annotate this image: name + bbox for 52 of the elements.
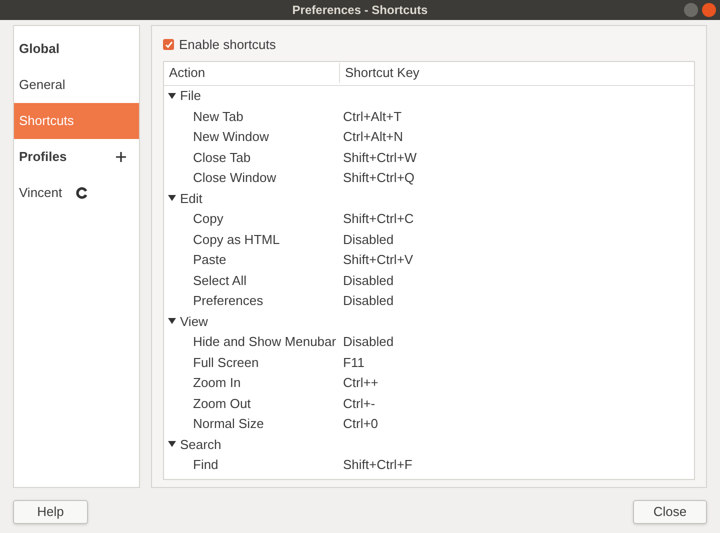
checkbox-label[interactable]: Enable shortcuts: [179, 35, 276, 54]
shortcut-cell[interactable]: Ctrl++: [340, 373, 378, 392]
expander-icon[interactable]: [168, 317, 176, 326]
shortcut-cell[interactable]: F11: [340, 352, 364, 372]
action-cell-text: Find: [192, 456, 220, 474]
close-button[interactable]: Close: [633, 500, 707, 524]
action-cell-text: Copy: [192, 210, 224, 228]
action-cell-text: New Tab: [192, 108, 244, 126]
column-header[interactable]: Action: [164, 63, 340, 83]
action-cell-text: Full Screen: [192, 354, 260, 372]
shortcut-cell[interactable]: Disabled: [340, 230, 394, 249]
sidebar-item[interactable]: General: [14, 67, 139, 103]
action-cell-text: Close Tab: [192, 148, 252, 166]
tree-group-row[interactable]: File: [164, 86, 694, 106]
shortcut-cell[interactable]: Ctrl+0: [340, 414, 378, 434]
action-cell-text: New Window: [192, 128, 270, 146]
action-cell-text: Normal Size: [192, 415, 265, 433]
action-cell-text: Close Window: [192, 169, 278, 187]
action-cell-text: Copy as HTML: [192, 230, 281, 249]
close-icon[interactable]: [702, 3, 716, 17]
shortcut-cell[interactable]: Disabled: [340, 270, 394, 290]
action-cell-text: Hide and Show Menubar: [192, 333, 338, 351]
shortcut-cell[interactable]: Shift+Ctrl+V: [340, 250, 414, 270]
tree-group-row[interactable]: Edit: [164, 188, 694, 208]
shortcut-cell[interactable]: Shift+Ctrl+W: [340, 148, 417, 167]
refresh-icon: [76, 187, 88, 199]
column-header[interactable]: Shortcut Key: [340, 63, 424, 83]
sidebar-item[interactable]: Vincent: [14, 175, 139, 211]
action-cell-text: Zoom Out: [192, 394, 252, 412]
shortcut-cell[interactable]: Ctrl+Alt+T: [340, 106, 402, 126]
expander-icon[interactable]: [168, 194, 176, 202]
action-cell-text: Select All: [192, 272, 248, 290]
shortcut-cell[interactable]: Shift+Ctrl+Q: [340, 168, 415, 188]
expander-icon[interactable]: [168, 440, 176, 448]
help-button[interactable]: Help: [13, 500, 88, 524]
tree-group-row[interactable]: Search: [164, 434, 694, 454]
shortcut-cell[interactable]: Disabled: [340, 332, 394, 352]
sidebar-header: Global: [19, 40, 60, 58]
action-cell-text: Zoom In: [192, 374, 242, 392]
sidebar-header: Profiles: [19, 148, 67, 166]
window-title: Preferences - Shortcuts: [292, 2, 428, 19]
shortcut-cell[interactable]: Ctrl+Alt+N: [340, 127, 403, 146]
action-cell-text: Preferences: [192, 292, 264, 310]
expander-icon[interactable]: [168, 92, 176, 100]
shortcut-cell[interactable]: Ctrl+-: [340, 394, 376, 413]
shortcut-cell[interactable]: Disabled: [340, 291, 394, 310]
checkbox[interactable]: [163, 39, 174, 50]
tree-group-row[interactable]: View: [164, 311, 694, 332]
shortcut-cell[interactable]: Shift+Ctrl+C: [340, 209, 414, 228]
action-cell-text: Paste: [192, 251, 228, 269]
shortcut-cell[interactable]: Shift+Ctrl+F: [340, 455, 412, 474]
plus-icon[interactable]: [116, 152, 126, 162]
